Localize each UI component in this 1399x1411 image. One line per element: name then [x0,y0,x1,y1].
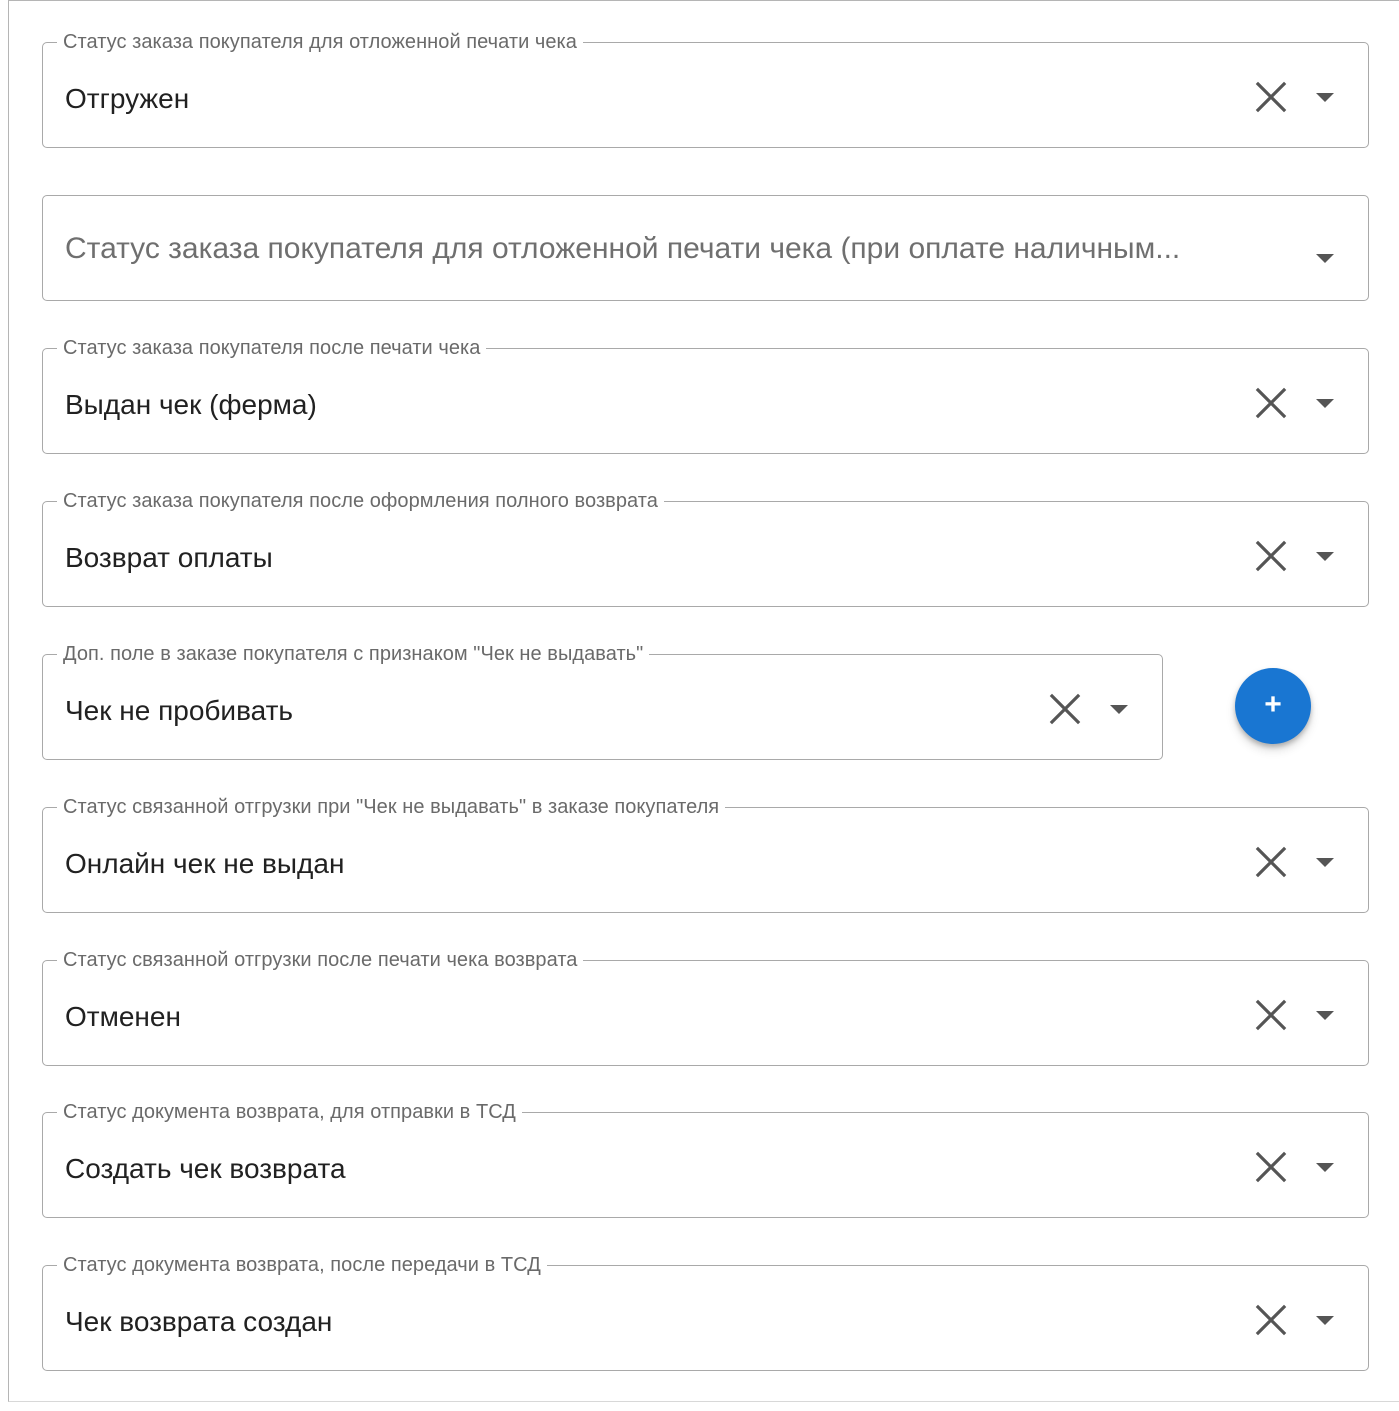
order-status-deferred-print-select[interactable]: Статус заказа покупателя для отложенной … [42,30,1369,148]
extra-field-no-receipt-select[interactable]: Доп. поле в заказе покупателя с признако… [42,642,1163,760]
arrow-drop-down-icon[interactable] [1310,1003,1340,1027]
field-label: Доп. поле в заказе покупателя с признако… [57,642,650,666]
field-label: Статус документа возврата, после передач… [57,1253,547,1277]
order-status-deferred-print-cash-select[interactable]: Статус заказа покупателя для отложенной … [42,195,1369,301]
field-label: Статус заказа покупателя после печати че… [57,336,487,360]
field-label: Статус связанной отгрузки после печати ч… [57,948,584,972]
refund-doc-status-after-tsd-select[interactable]: Статус документа возврата, после передач… [42,1253,1369,1371]
arrow-drop-down-icon[interactable] [1310,391,1340,415]
order-status-after-full-refund-select[interactable]: Статус заказа покупателя после оформлени… [42,489,1369,607]
field-value: Возврат оплаты [65,542,273,573]
close-icon[interactable] [1251,995,1291,1035]
arrow-drop-down-icon[interactable] [1310,1155,1340,1179]
order-status-after-print-select[interactable]: Статус заказа покупателя после печати че… [42,336,1369,454]
field-placeholder: Статус заказа покупателя для отложенной … [65,232,1181,265]
close-icon[interactable] [1251,1300,1291,1340]
close-icon[interactable] [1251,536,1291,576]
field-value: Отгружен [65,83,190,114]
field-value: Отменен [65,1001,181,1032]
field-value: Чек возврата создан [65,1306,333,1337]
field-label: Статус заказа покупателя после оформлени… [57,489,664,513]
field-value: Чек не пробивать [65,695,293,726]
field-value: Онлайн чек не выдан [65,848,345,879]
arrow-drop-down-icon[interactable] [1310,544,1340,568]
refund-doc-status-to-tsd-select[interactable]: Статус документа возврата, для отправки … [42,1100,1369,1218]
field-label: Статус связанной отгрузки при "Чек не вы… [57,795,726,819]
arrow-drop-down-icon[interactable] [1310,85,1340,109]
field-value: Выдан чек (ферма) [65,389,317,420]
arrow-drop-down-icon[interactable] [1310,246,1340,270]
field-value: Создать чек возврата [65,1153,346,1184]
field-label: Статус документа возврата, для отправки … [57,1100,522,1124]
plus-icon: + [1264,687,1282,721]
close-icon[interactable] [1251,77,1291,117]
shipment-status-no-receipt-select[interactable]: Статус связанной отгрузки при "Чек не вы… [42,795,1369,913]
field-label: Статус заказа покупателя для отложенной … [57,30,583,54]
close-icon[interactable] [1251,1147,1291,1187]
arrow-drop-down-icon[interactable] [1310,850,1340,874]
close-icon[interactable] [1251,842,1291,882]
shipment-status-after-refund-print-select[interactable]: Статус связанной отгрузки после печати ч… [42,948,1369,1066]
add-button[interactable]: + [1235,668,1311,744]
close-icon[interactable] [1251,383,1291,423]
arrow-drop-down-icon[interactable] [1310,1308,1340,1332]
close-icon[interactable] [1045,689,1085,729]
arrow-drop-down-icon[interactable] [1104,697,1134,721]
